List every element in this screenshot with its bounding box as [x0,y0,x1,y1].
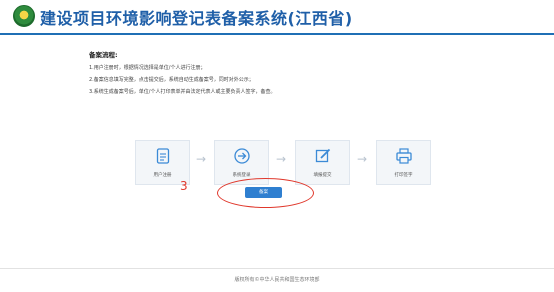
flow-step-print: 打印签字 [376,140,431,185]
footer-divider [0,268,554,269]
annotation-step-number: 3 [180,179,188,193]
edit-icon [315,148,330,163]
process-step-1: 1.用户注册时，根据情况选择是单位/个人进行注册； [89,65,206,71]
record-submit-button[interactable]: 备案 [245,187,282,198]
flow-step-label: 用户注册 [153,173,172,178]
site-header: 建设项目环境影响登记表备案系统(江西省) [0,0,554,35]
flow-arrow-icon: → [196,152,207,166]
footer-copyright: 版权所有©中华人民共和国生态环境部 [234,277,320,283]
ministry-logo-icon [13,5,35,27]
printer-icon [395,148,412,164]
flow-step-label: 打印签字 [394,173,413,178]
process-title: 备案流程: [89,51,118,59]
flow-step-submit: 填报提交 [295,140,350,185]
process-step-2: 2.备案信息填写完整，点击提交后，系统自动生成备案号，同时对外公示； [89,77,254,83]
flow-arrow-icon: → [357,152,368,166]
process-step-3: 3.系统生成备案号后，单位/个人打印表单并由法定代表人或主要负责人签字，备查。 [89,89,276,95]
flow-arrow-icon: → [276,152,287,166]
site-title: 建设项目环境影响登记表备案系统(江西省) [40,9,353,28]
login-arrow-icon [233,148,250,164]
document-icon [156,148,169,164]
flow-step-label: 填报提交 [313,173,332,178]
